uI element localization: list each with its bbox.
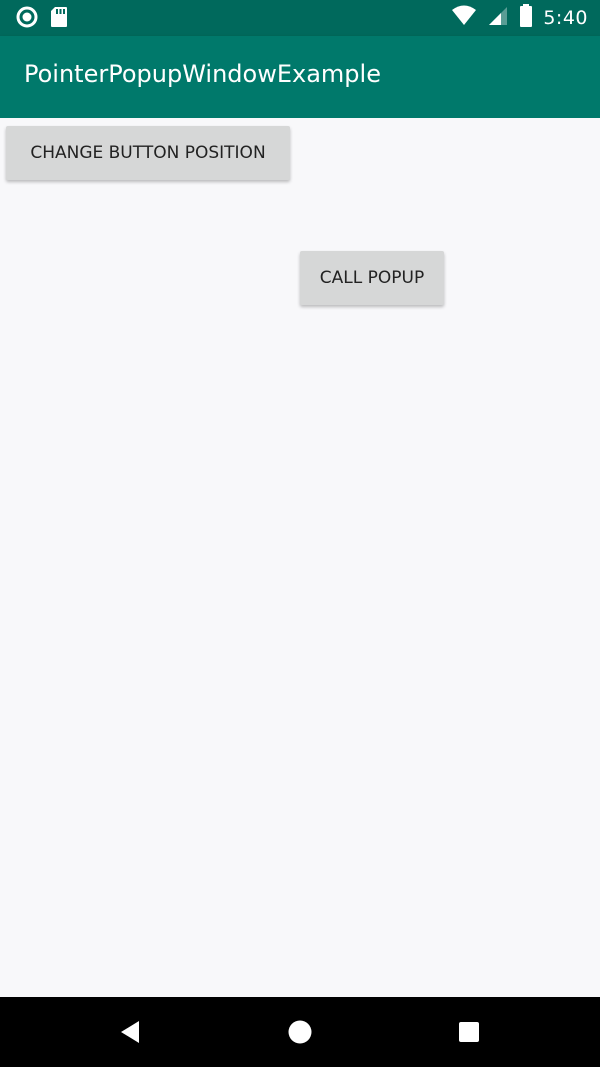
status-bar: 5:40 [0, 0, 600, 36]
app-bar: PointerPopupWindowExample [0, 36, 600, 118]
battery-icon [519, 4, 533, 32]
screen: 5:40 PointerPopupWindowExample CHANGE BU… [0, 0, 600, 1067]
back-icon[interactable] [112, 1014, 148, 1050]
clock: 5:40 [543, 7, 588, 29]
call-popup-button[interactable]: CALL POPUP [300, 251, 444, 305]
home-icon[interactable] [282, 1014, 318, 1050]
change-button-position-button[interactable]: CHANGE BUTTON POSITION [6, 126, 290, 180]
sd-card-icon [50, 6, 68, 32]
status-right-icons: 5:40 [451, 4, 588, 32]
navigation-bar [0, 997, 600, 1067]
sync-circle-icon [16, 6, 38, 32]
content-area: CHANGE BUTTON POSITION CALL POPUP [0, 118, 600, 997]
app-title: PointerPopupWindowExample [24, 60, 381, 88]
wifi-icon [451, 5, 477, 31]
recents-icon[interactable] [451, 1014, 487, 1050]
status-left-icons [16, 6, 68, 32]
signal-icon [487, 5, 509, 31]
